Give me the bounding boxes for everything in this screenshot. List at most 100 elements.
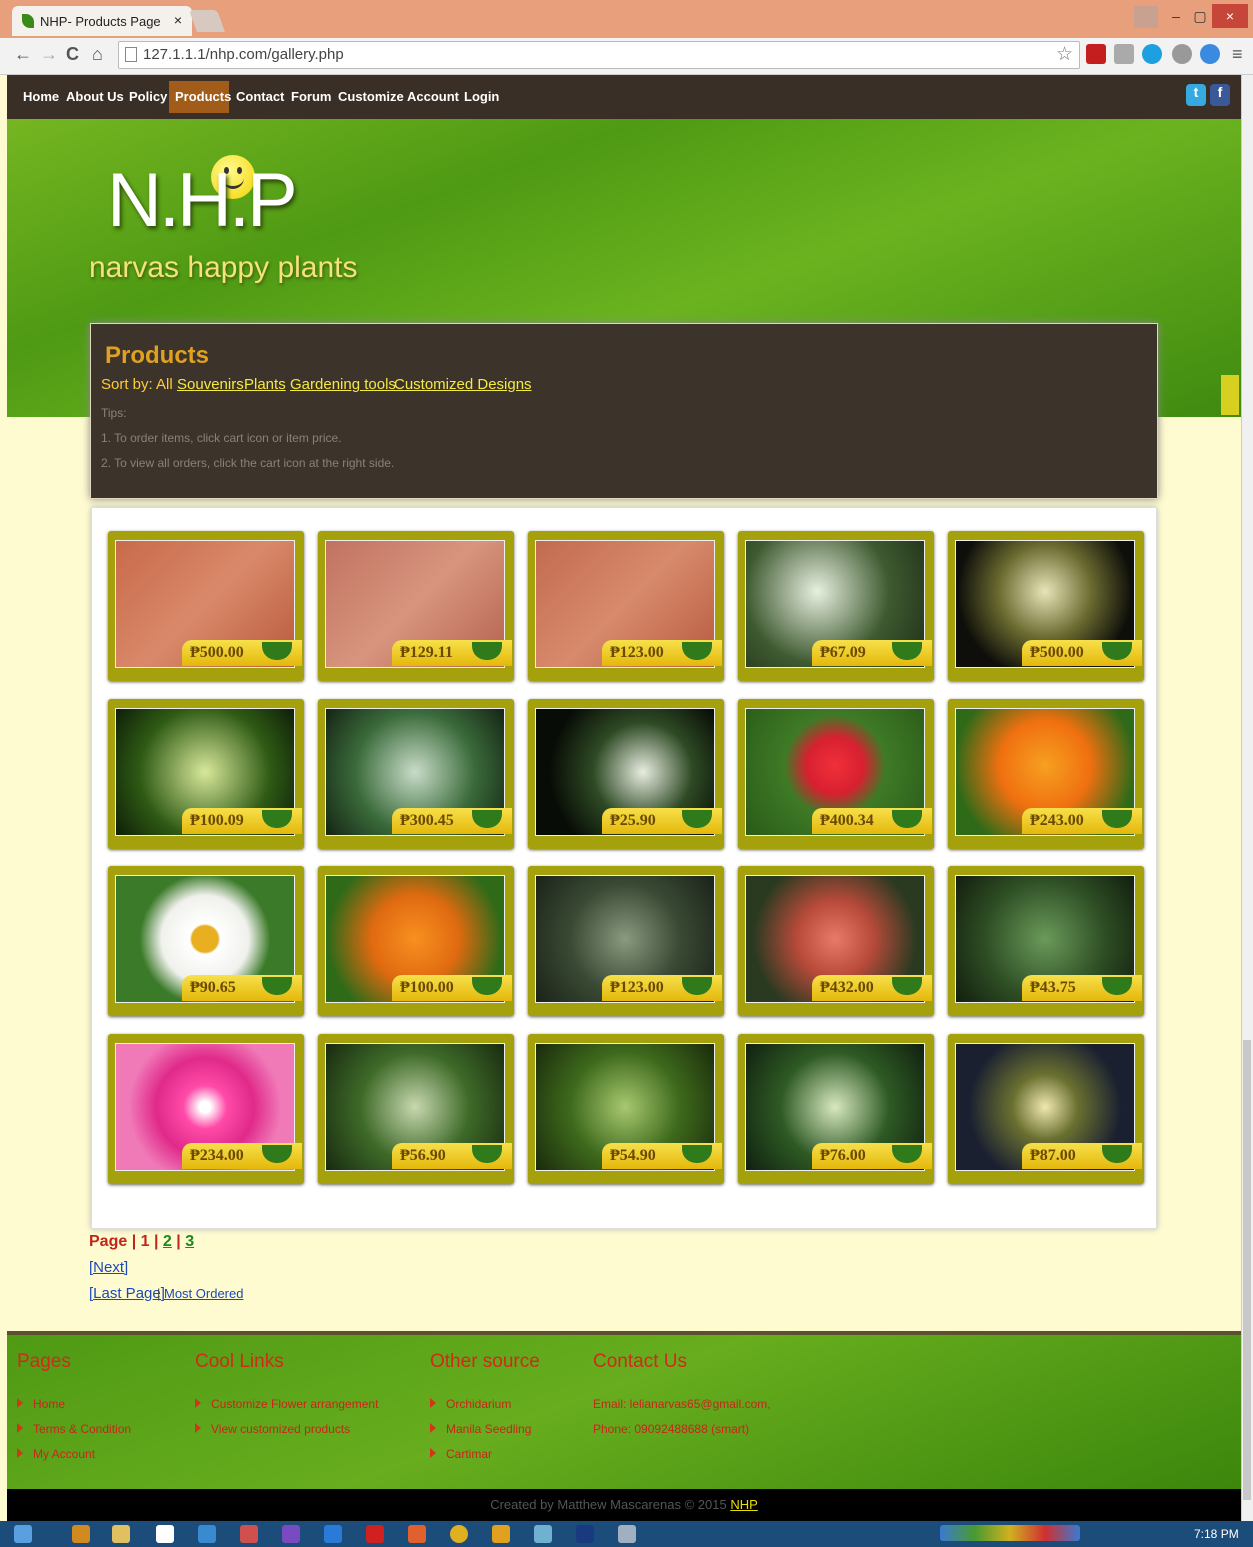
product-card[interactable]: ₱100.00 — [318, 866, 514, 1016]
price-tag[interactable]: ₱76.00 — [812, 1142, 932, 1169]
page-link[interactable]: 2 — [163, 1233, 172, 1250]
skype-icon[interactable] — [1142, 44, 1162, 64]
product-price[interactable]: ₱25.90 — [610, 812, 656, 830]
maximize-button[interactable]: ▢ — [1186, 4, 1214, 28]
product-price[interactable]: ₱54.90 — [610, 1147, 656, 1165]
tab-close-button[interactable]: × — [174, 12, 182, 28]
product-card[interactable]: ₱76.00 — [738, 1033, 934, 1184]
taskbar-app-icon[interactable] — [240, 1525, 258, 1543]
sort-plants-link[interactable]: Plants — [244, 376, 286, 393]
product-price[interactable]: ₱500.00 — [1030, 644, 1084, 662]
price-tag[interactable]: ₱243.00 — [1022, 807, 1142, 834]
chrome-icon[interactable] — [450, 1525, 468, 1543]
product-price[interactable]: ₱129.11 — [400, 644, 453, 662]
nav-home[interactable]: Home — [23, 89, 59, 104]
product-card[interactable]: ₱54.90 — [528, 1033, 724, 1184]
price-tag[interactable]: ₱129.11 — [392, 640, 512, 666]
sort-gardening-tools-link[interactable]: Gardening tools — [290, 376, 396, 393]
price-tag[interactable]: ₱100.09 — [182, 807, 302, 834]
product-price[interactable]: ₱76.00 — [820, 1147, 866, 1165]
add-to-cart-icon[interactable] — [472, 977, 502, 995]
taskbar-app-icon[interactable] — [534, 1525, 552, 1543]
opera-icon[interactable] — [366, 1525, 384, 1543]
nav-login[interactable]: Login — [464, 89, 499, 104]
extension-icon[interactable] — [1114, 44, 1134, 64]
product-price[interactable]: ₱500.00 — [190, 644, 244, 662]
price-tag[interactable]: ₱234.00 — [182, 1142, 302, 1169]
sort-customized-designs-link[interactable]: Customized Designs — [394, 376, 532, 393]
credits-link[interactable]: NHP — [730, 1497, 757, 1512]
add-to-cart-icon[interactable] — [262, 642, 292, 660]
product-price[interactable]: ₱243.00 — [1030, 812, 1084, 830]
add-to-cart-icon[interactable] — [1102, 642, 1132, 660]
price-tag[interactable]: ₱500.00 — [182, 640, 302, 666]
add-to-cart-icon[interactable] — [682, 1144, 712, 1163]
taskbar-app-icon[interactable] — [492, 1525, 510, 1543]
product-card[interactable]: ₱400.34 — [738, 698, 934, 849]
product-card[interactable]: ₱500.00 — [108, 531, 304, 681]
page-link[interactable]: 3 — [185, 1233, 194, 1250]
product-card[interactable]: ₱25.90 — [528, 698, 724, 849]
product-price[interactable]: ₱123.00 — [610, 644, 664, 662]
address-bar[interactable]: 127.1.1.1/nhp.com/gallery.php ☆ — [118, 41, 1080, 69]
product-price[interactable]: ₱234.00 — [190, 1147, 244, 1165]
footer-link-customize-flower[interactable]: Customize Flower arrangement — [195, 1397, 378, 1411]
sort-souvenirs-link[interactable]: Souvenirs — [177, 376, 244, 393]
product-card[interactable]: ₱123.00 — [528, 866, 724, 1016]
nav-customize[interactable]: Customize — [338, 89, 404, 104]
nav-account[interactable]: Account — [407, 89, 459, 104]
footer-link-home[interactable]: Home — [17, 1397, 65, 1411]
nav-about-us[interactable]: About Us — [66, 89, 124, 104]
price-tag[interactable]: ₱54.90 — [602, 1142, 722, 1169]
side-cart-icon[interactable] — [1221, 375, 1239, 415]
sort-by-all[interactable]: Sort by: All — [101, 376, 173, 393]
footer-link-orchidarium[interactable]: Orchidarium — [430, 1397, 511, 1411]
product-price[interactable]: ₱87.00 — [1030, 1147, 1076, 1165]
price-tag[interactable]: ₱400.34 — [812, 807, 932, 834]
nav-policy[interactable]: Policy — [129, 89, 167, 104]
product-card[interactable]: ₱129.11 — [318, 531, 514, 681]
price-tag[interactable]: ₱56.90 — [392, 1142, 512, 1169]
price-tag[interactable]: ₱25.90 — [602, 807, 722, 834]
add-to-cart-icon[interactable] — [1102, 809, 1132, 828]
product-price[interactable]: ₱90.65 — [190, 979, 236, 997]
footer-link-terms[interactable]: Terms & Condition — [17, 1422, 131, 1436]
most-ordered-link[interactable]: Most Ordered — [164, 1286, 243, 1301]
pdf-extension-icon[interactable] — [1086, 44, 1106, 64]
price-tag[interactable]: ₱500.00 — [1022, 640, 1142, 666]
browser-tab[interactable]: NHP- Products Page × — [12, 6, 192, 36]
price-tag[interactable]: ₱90.65 — [182, 975, 302, 1001]
product-card[interactable]: ₱67.09 — [738, 531, 934, 681]
twitter-icon[interactable]: t — [1186, 84, 1206, 106]
forward-arrow-icon[interactable]: → — [40, 44, 58, 65]
product-card[interactable]: ₱90.65 — [108, 866, 304, 1016]
price-tag[interactable]: ₱87.00 — [1022, 1142, 1142, 1169]
price-tag[interactable]: ₱432.00 — [812, 975, 932, 1001]
close-window-button[interactable]: × — [1212, 4, 1248, 28]
product-price[interactable]: ₱300.45 — [400, 812, 454, 830]
back-arrow-icon[interactable]: ← — [14, 44, 32, 65]
price-tag[interactable]: ₱123.00 — [602, 640, 722, 666]
price-tag[interactable]: ₱43.75 — [1022, 975, 1142, 1001]
facebook-icon[interactable]: f — [1210, 84, 1230, 106]
last-page-link[interactable]: [Last Page] — [89, 1285, 165, 1302]
extension-icon[interactable] — [1172, 44, 1192, 64]
add-to-cart-icon[interactable] — [472, 809, 502, 828]
ie-icon[interactable] — [324, 1525, 342, 1543]
product-card[interactable]: ₱243.00 — [948, 698, 1144, 849]
add-to-cart-icon[interactable] — [682, 809, 712, 828]
product-card[interactable]: ₱234.00 — [108, 1033, 304, 1184]
price-tag[interactable]: ₱300.45 — [392, 807, 512, 834]
taskbar-app-icon[interactable] — [618, 1525, 636, 1543]
product-price[interactable]: ₱56.90 — [400, 1147, 446, 1165]
product-price[interactable]: ₱432.00 — [820, 979, 874, 997]
add-to-cart-icon[interactable] — [472, 642, 502, 660]
taskbar-app-icon[interactable] — [408, 1525, 426, 1543]
product-price[interactable]: ₱100.09 — [190, 812, 244, 830]
footer-link-cartimar[interactable]: Cartimar — [430, 1447, 492, 1461]
product-card[interactable]: ₱123.00 — [528, 531, 724, 681]
globe-icon[interactable] — [1200, 44, 1220, 64]
add-to-cart-icon[interactable] — [1102, 1144, 1132, 1163]
add-to-cart-icon[interactable] — [682, 642, 712, 660]
price-tag[interactable]: ₱67.09 — [812, 640, 932, 666]
